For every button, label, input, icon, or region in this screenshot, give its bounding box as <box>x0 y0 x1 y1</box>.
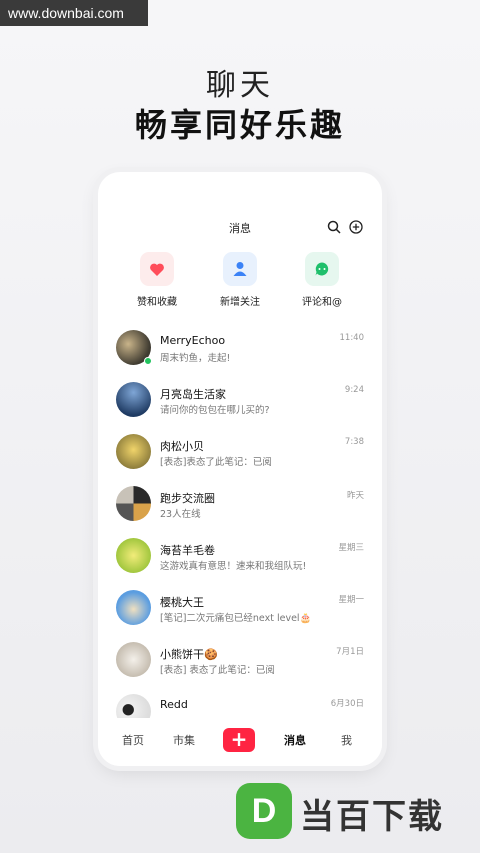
quick-actions: 赞和收藏 新增关注 评论和@ <box>98 252 382 316</box>
quick-likes[interactable]: 赞和收藏 <box>122 252 192 308</box>
tab-market[interactable]: 市集 <box>173 732 195 748</box>
message-time: 6月30日 <box>330 699 364 709</box>
hero-title: 畅享同好乐趣 <box>134 106 345 144</box>
quick-follows[interactable]: 新增关注 <box>205 252 275 308</box>
message-row[interactable]: 跑步交流圈 23人在线 昨天 <box>98 482 382 534</box>
message-row[interactable]: 樱桃大王 [笔记]二次元痛包已经next level🎂 星期一 <box>98 586 382 638</box>
quick-follows-label: 新增关注 <box>220 297 260 308</box>
chat-bubble-icon <box>305 252 339 286</box>
quick-comments[interactable]: 评论和@ <box>287 252 357 308</box>
search-icon[interactable] <box>327 220 341 234</box>
add-circle-icon[interactable] <box>349 220 363 234</box>
contact-name: 小熊饼干🍪 <box>160 648 218 661</box>
contact-name: 海苔羊毛卷 <box>160 544 215 557</box>
message-time: 9:24 <box>344 385 364 395</box>
contact-name: Redd <box>160 698 188 711</box>
message-time: 星期三 <box>338 543 364 553</box>
avatar <box>116 642 151 677</box>
contact-name: 跑步交流圈 <box>160 492 215 505</box>
hero-subtitle: 聊天 <box>206 68 274 103</box>
message-row[interactable]: 肉松小贝 [表态]表态了此笔记：已阅 7:38 <box>98 430 382 482</box>
contact-name: 月亮岛生活家 <box>160 388 226 401</box>
message-preview: 这游戏真有意思！速来和我组队玩! <box>160 561 307 572</box>
message-time: 昨天 <box>346 491 364 501</box>
avatar <box>116 382 151 417</box>
brand-name: 当百下载 <box>300 797 444 837</box>
phone-screen: 消息 赞和收藏 新增关注 评论和@ MerryEchoo 周末钓鱼，走起! 11… <box>98 172 382 766</box>
message-preview: 周末钓鱼，走起! <box>160 353 231 364</box>
message-time: 7月1日 <box>336 647 364 657</box>
message-time: 11:40 <box>339 333 365 343</box>
contact-name: 樱桃大王 <box>160 596 204 609</box>
message-preview: [表态] 表态了此笔记：已阅 <box>160 665 275 676</box>
message-row[interactable]: 月亮岛生活家 请问你的包包在哪儿买的? 9:24 <box>98 378 382 430</box>
avatar <box>116 538 151 573</box>
brand-logo-icon: D <box>236 783 292 839</box>
site-watermark: www.downbai.com <box>0 0 148 26</box>
bottom-tab-bar: 首页 市集 + 消息 我 <box>98 718 382 766</box>
quick-likes-label: 赞和收藏 <box>137 297 177 308</box>
message-time: 星期一 <box>338 595 364 605</box>
avatar <box>116 486 151 521</box>
contact-name: 肉松小贝 <box>160 440 204 453</box>
tab-me[interactable]: 我 <box>341 732 352 748</box>
publish-button[interactable]: + <box>223 728 255 752</box>
message-preview: [表态]表态了此笔记：已阅 <box>160 457 272 468</box>
tab-messages[interactable]: 消息 <box>284 732 306 748</box>
svg-text:D: D <box>252 792 277 830</box>
heart-icon <box>140 252 174 286</box>
message-preview: [笔记]二次元痛包已经next level🎂 <box>160 613 312 624</box>
online-status-dot <box>144 357 152 365</box>
messages-header: 消息 <box>98 216 382 238</box>
message-row[interactable]: MerryEchoo 周末钓鱼，走起! 11:40 <box>98 326 382 378</box>
message-preview: 请问你的包包在哪儿买的? <box>160 405 270 416</box>
person-icon <box>223 252 257 286</box>
brand-watermark: D 当百下载 <box>236 783 480 853</box>
quick-comments-label: 评论和@ <box>302 297 342 308</box>
message-row[interactable]: 海苔羊毛卷 这游戏真有意思！速来和我组队玩! 星期三 <box>98 534 382 586</box>
contact-name: MerryEchoo <box>160 334 226 347</box>
tab-home[interactable]: 首页 <box>122 732 144 748</box>
message-time: 7:38 <box>344 437 364 447</box>
avatar <box>116 590 151 625</box>
message-row[interactable]: 小熊饼干🍪 [表态] 表态了此笔记：已阅 7月1日 <box>98 638 382 690</box>
avatar <box>116 434 151 469</box>
message-preview: 23人在线 <box>160 509 201 520</box>
